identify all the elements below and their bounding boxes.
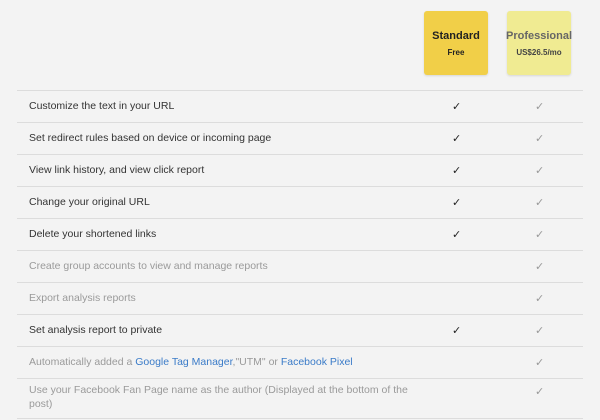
professional-check-icon: ✓ [535, 324, 545, 337]
feature-label: Create group accounts to view and manage… [29, 260, 268, 272]
feature-row: Set analysis report to private ✓ ✓ [17, 315, 583, 347]
feature-row: Change your original URL ✓ ✓ [17, 187, 583, 219]
plan-standard-price: Free [447, 48, 465, 57]
feature-label: Export analysis reports [29, 292, 136, 304]
feature-label: Customize the text in your URL [29, 100, 175, 112]
standard-check-icon: ✓ [452, 100, 462, 113]
feature-row: Customize the text in your URL ✓ ✓ [17, 91, 583, 123]
feature-row: Export analysis reports ✓ [17, 283, 583, 315]
plan-professional-name: Professional [505, 30, 573, 42]
feature-label: Delete your shortened links [29, 228, 157, 240]
feature-label: Use your Facebook Fan Page name as the a… [29, 384, 408, 410]
standard-check-icon: ✓ [452, 228, 462, 241]
feature-label-mid: ,"UTM" or [232, 356, 281, 368]
feature-label: Set analysis report to private [29, 324, 163, 336]
standard-check-icon: ✓ [452, 196, 462, 209]
professional-check-icon: ✓ [535, 100, 545, 113]
professional-check-icon: ✓ [535, 132, 545, 145]
feature-row: View link history, and view click report… [17, 155, 583, 187]
plan-professional-price: US$26.5/mo [516, 48, 562, 57]
feature-label-prefix: Automatically added a [29, 356, 136, 368]
professional-check-icon: ✓ [535, 260, 545, 273]
facebook-pixel-link[interactable]: Facebook Pixel [281, 356, 353, 368]
professional-check-icon: ✓ [535, 164, 545, 177]
professional-check-icon: ✓ [535, 228, 545, 241]
professional-check-icon: ✓ [535, 292, 545, 305]
feature-label: Set redirect rules based on device or in… [29, 132, 272, 144]
feature-label: View link history, and view click report [29, 164, 205, 176]
feature-label: Change your original URL [29, 196, 150, 208]
professional-check-icon: ✓ [535, 385, 545, 398]
feature-row: Use your Facebook Fan Page name as the a… [17, 379, 583, 419]
plan-standard-name: Standard [432, 30, 480, 42]
plan-standard-card[interactable]: Standard Free [424, 11, 488, 75]
standard-check-icon: ✓ [452, 132, 462, 145]
feature-row: Automatically added a Google Tag Manager… [17, 347, 583, 379]
google-tag-manager-link[interactable]: Google Tag Manager [135, 356, 232, 368]
standard-check-icon: ✓ [452, 164, 462, 177]
feature-row: Set redirect rules based on device or in… [17, 123, 583, 155]
feature-row: Delete your shortened links ✓ ✓ [17, 219, 583, 251]
professional-check-icon: ✓ [535, 196, 545, 209]
professional-check-icon: ✓ [535, 356, 545, 369]
feature-comparison-table: Customize the text in your URL ✓ ✓ Set r… [17, 90, 583, 419]
plan-professional-card[interactable]: Professional US$26.5/mo [505, 11, 573, 75]
feature-label: Automatically added a Google Tag Manager… [29, 347, 419, 378]
feature-row: Create group accounts to view and manage… [17, 251, 583, 283]
standard-check-icon: ✓ [452, 324, 462, 337]
